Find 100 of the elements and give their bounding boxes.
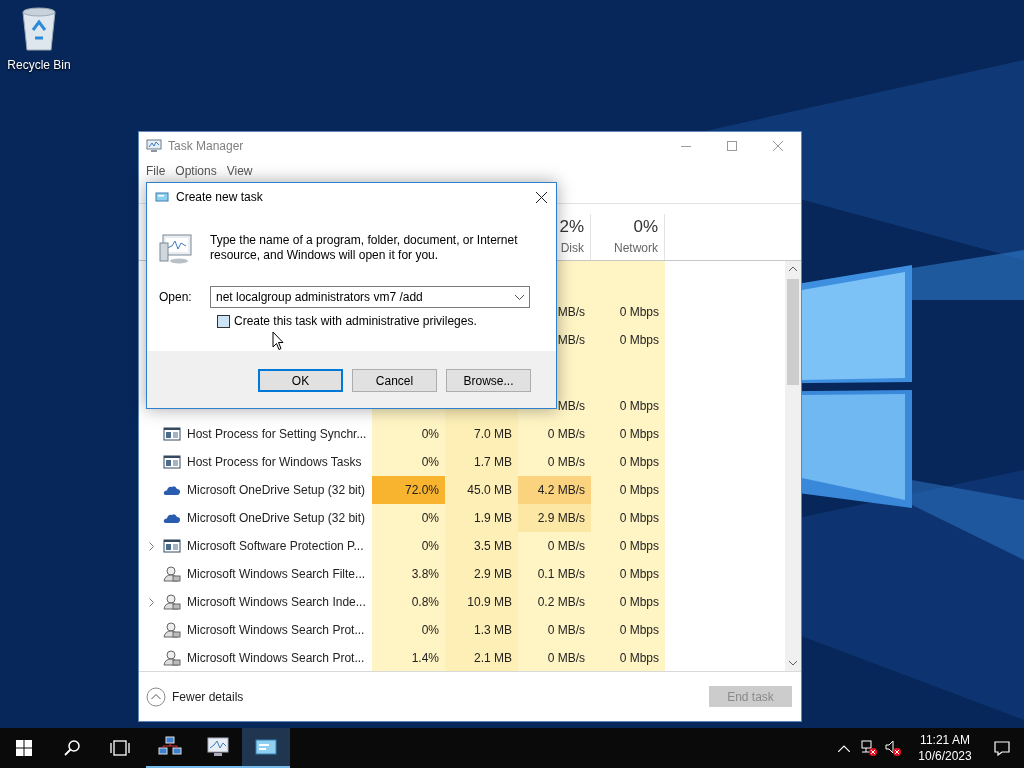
network-error-icon[interactable] — [860, 739, 878, 757]
table-cell-text: 0 Mbps — [619, 510, 659, 527]
column-header[interactable]: 0% Network — [591, 214, 665, 260]
collapse-icon[interactable] — [146, 686, 166, 707]
chevron-up-icon[interactable] — [838, 744, 850, 752]
menu-item[interactable]: View — [221, 162, 258, 180]
window-title: Task Manager — [168, 138, 244, 155]
user-service-icon — [163, 566, 181, 582]
user-service-icon — [163, 594, 181, 610]
table-cell-text: MB/s — [557, 304, 585, 321]
user-service-icon — [163, 622, 181, 638]
table-cell-text: 72.0% — [404, 482, 439, 499]
clock-time[interactable]: 11:21 AM — [920, 732, 970, 748]
window-icon — [163, 426, 181, 442]
table-cell-text: 2.9 MB — [474, 566, 512, 583]
table-cell-text: 0.8% — [411, 594, 439, 611]
scrollbar[interactable] — [785, 261, 801, 671]
table-cell-text: 0.1 MB/s — [537, 566, 585, 583]
window-icon — [163, 454, 181, 470]
computer-icon — [159, 233, 193, 265]
table-cell-text: 0 Mbps — [619, 398, 659, 415]
scrollbar-thumb[interactable] — [787, 279, 799, 385]
dialog-button[interactable]: OK — [258, 369, 343, 392]
process-name[interactable]: Microsoft OneDrive Setup (32 bit) — [187, 509, 366, 527]
clock-date[interactable]: 10/6/2023 — [918, 748, 972, 764]
checkbox-label[interactable]: Create this task with administrative privileges. — [234, 312, 477, 330]
table-cell-text: MB/s — [557, 332, 585, 349]
table-cell-text: 3.5 MB — [474, 538, 512, 555]
table-cell-text: 2.9 MB/s — [537, 510, 585, 527]
volume-muted-icon[interactable] — [884, 739, 902, 757]
maximize-icon — [727, 141, 737, 151]
scroll-down-icon[interactable] — [789, 661, 797, 666]
process-name[interactable]: Microsoft Windows Search Inde... — [187, 593, 366, 611]
table-cell-text: 0 Mbps — [619, 650, 659, 667]
table-cell-text: 0% — [421, 538, 439, 555]
scroll-up-icon[interactable] — [789, 266, 797, 271]
table-cell-text: 10.9 MB — [467, 594, 512, 611]
table-cell-text: 4.2 MB/s — [537, 482, 585, 499]
user-service-icon — [163, 650, 181, 666]
table-cell-text: 0 Mbps — [619, 304, 659, 321]
dialog-button[interactable]: Browse... — [446, 369, 531, 392]
monitor-icon — [146, 139, 162, 153]
expand-chevron-icon[interactable] — [148, 541, 154, 551]
menu-item[interactable]: Options — [170, 162, 222, 180]
table-cell-text: 1.3 MB — [474, 622, 512, 639]
table-cell-text: 0.2 MB/s — [537, 594, 585, 611]
table-cell-text: 45.0 MB — [467, 482, 512, 499]
dialog-message: Type the name of a program, folder, document, or Internet resource, and Windows will open it for you. — [210, 233, 519, 264]
process-name[interactable]: Microsoft OneDrive Setup (32 bit) — [187, 481, 366, 499]
fewer-details-link[interactable]: Fewer details — [172, 687, 244, 706]
table-cell-text: 0% — [421, 622, 439, 639]
table-cell-text: 0% — [421, 454, 439, 471]
table-cell-text: 1.7 MB — [474, 454, 512, 471]
run-icon — [254, 736, 278, 758]
minimize-icon — [681, 145, 691, 147]
table-cell-text: 0 Mbps — [619, 566, 659, 583]
table-cell-text: 0 MB/s — [547, 454, 585, 471]
table-cell-text: 0% — [421, 510, 439, 527]
table-cell-text: 0 Mbps — [619, 454, 659, 471]
process-name[interactable]: Host Process for Windows Tasks — [187, 453, 362, 471]
table-cell-text: 0 Mbps — [619, 622, 659, 639]
mouse-pointer-icon — [272, 331, 284, 351]
monitor-icon — [206, 736, 230, 758]
table-cell-text: 0 MB/s — [547, 538, 585, 555]
dialog-button[interactable]: Cancel — [352, 369, 437, 392]
table-cell-text: 3.8% — [411, 566, 439, 583]
table-cell-text: 7.0 MB — [474, 426, 512, 443]
close-icon — [535, 191, 547, 203]
search-icon — [64, 740, 80, 756]
close-icon — [773, 141, 783, 151]
table-cell-text: 0 MB/s — [547, 426, 585, 443]
process-name[interactable]: Microsoft Windows Search Prot... — [187, 621, 365, 639]
admin-checkbox[interactable] — [217, 314, 230, 328]
table-cell-text: 2.1 MB — [474, 650, 512, 667]
table-cell-text: 0 Mbps — [619, 426, 659, 443]
run-icon — [155, 191, 169, 203]
open-label: Open: — [159, 289, 193, 306]
notification-icon — [994, 740, 1010, 756]
command-combo-box[interactable]: net localgroup administrators vm7 /add — [210, 286, 530, 308]
desktop-icon-label[interactable]: Recycle Bin — [7, 56, 71, 74]
table-cell-text: 0 MB/s — [547, 650, 585, 667]
task-view-icon — [110, 740, 130, 756]
taskbar-app-button[interactable] — [242, 728, 290, 768]
table-cell-text: 0% — [421, 426, 439, 443]
menu-item[interactable]: File — [141, 162, 171, 180]
table-cell-text: MB/s — [557, 398, 585, 415]
table-cell-text: 1.4% — [411, 650, 439, 667]
expand-chevron-icon[interactable] — [148, 597, 154, 607]
table-cell-text: 0 Mbps — [619, 594, 659, 611]
dropdown-icon[interactable] — [515, 294, 524, 300]
table-cell-text: 0 Mbps — [619, 538, 659, 555]
dialog-title: Create new task — [176, 189, 263, 206]
clock[interactable]: 11:21 AM 10/6/2023 — [910, 732, 980, 764]
process-name[interactable]: Microsoft Software Protection P... — [187, 537, 364, 555]
table-cell-text: 0 Mbps — [619, 482, 659, 499]
process-name[interactable]: Microsoft Windows Search Prot... — [187, 649, 365, 667]
network-computers-icon — [158, 736, 182, 758]
process-name[interactable]: Host Process for Setting Synchr... — [187, 425, 367, 443]
recycle-bin-icon[interactable] — [19, 6, 59, 52]
process-name[interactable]: Microsoft Windows Search Filte... — [187, 565, 366, 583]
